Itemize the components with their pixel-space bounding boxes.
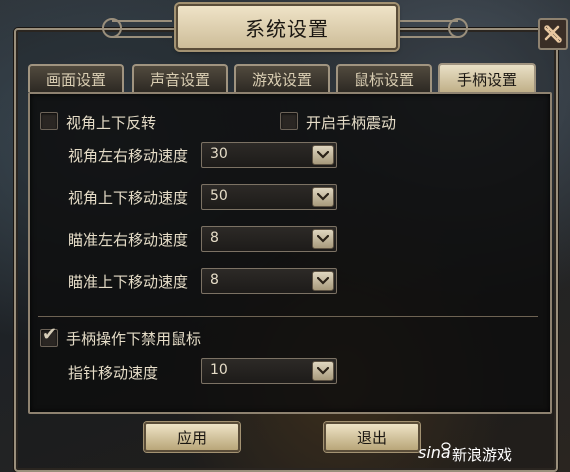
section-divider	[38, 316, 538, 317]
view-vertical-speed-label: 视角上下移动速度	[68, 189, 189, 207]
disable-mouse-label: 手柄操作下禁用鼠标	[66, 330, 202, 348]
tab-mouse-label: 鼠标设置	[353, 70, 414, 89]
tab-graphics[interactable]: 画面设置	[28, 64, 124, 92]
tab-controller[interactable]: 手柄设置	[438, 63, 536, 93]
tab-sound[interactable]: 声音设置	[132, 64, 228, 92]
chevron-down-icon[interactable]	[312, 361, 334, 381]
aim-horizontal-speed-select[interactable]: 8	[201, 226, 337, 252]
dialog-title-plate: 系统设置	[176, 4, 398, 50]
aim-vertical-speed-value: 8	[210, 272, 219, 288]
chevron-down-icon[interactable]	[312, 229, 334, 249]
tab-mouse[interactable]: 鼠标设置	[336, 64, 432, 92]
view-horizontal-speed-select[interactable]: 30	[201, 142, 337, 168]
aim-horizontal-speed-value: 8	[210, 230, 219, 246]
watermark-text: 新浪游戏	[452, 446, 513, 464]
chevron-down-icon[interactable]	[312, 271, 334, 291]
apply-button-label: 应用	[176, 428, 207, 447]
pointer-speed-value: 10	[210, 362, 228, 378]
aim-horizontal-speed-label: 瞄准左右移动速度	[68, 231, 189, 249]
pointer-speed-select[interactable]: 10	[201, 358, 337, 384]
tab-game[interactable]: 游戏设置	[234, 64, 330, 92]
apply-button[interactable]: 应用	[144, 422, 240, 452]
title-ornament-left	[102, 18, 172, 38]
tab-game-label: 游戏设置	[251, 70, 312, 89]
sina-logo: sina	[418, 442, 451, 462]
title-ornament-right	[398, 18, 468, 38]
svg-text:sina: sina	[418, 443, 451, 462]
view-horizontal-speed-label: 视角左右移动速度	[68, 147, 189, 165]
view-vertical-speed-select[interactable]: 50	[201, 184, 337, 210]
disable-mouse-checkbox[interactable]: ✔	[40, 324, 58, 347]
view-horizontal-speed-value: 30	[210, 146, 228, 162]
tab-controller-label: 手柄设置	[456, 70, 517, 89]
invert-view-checkbox[interactable]	[40, 112, 58, 130]
exit-button[interactable]: 退出	[324, 422, 420, 452]
close-button[interactable]	[538, 18, 568, 50]
view-vertical-speed-value: 50	[210, 188, 228, 204]
vibration-label: 开启手柄震动	[306, 114, 397, 132]
chevron-down-icon[interactable]	[312, 145, 334, 165]
tab-graphics-label: 画面设置	[45, 70, 106, 89]
vibration-checkbox[interactable]	[280, 112, 298, 130]
tools-close-icon	[544, 25, 562, 43]
pointer-speed-label: 指针移动速度	[68, 364, 159, 382]
invert-view-label: 视角上下反转	[66, 114, 157, 132]
tab-sound-label: 声音设置	[149, 70, 210, 89]
aim-vertical-speed-select[interactable]: 8	[201, 268, 337, 294]
check-icon: ✔	[42, 324, 58, 345]
exit-button-label: 退出	[356, 428, 387, 447]
dialog-title: 系统设置	[245, 16, 329, 41]
aim-vertical-speed-label: 瞄准上下移动速度	[68, 273, 189, 291]
chevron-down-icon[interactable]	[312, 187, 334, 207]
